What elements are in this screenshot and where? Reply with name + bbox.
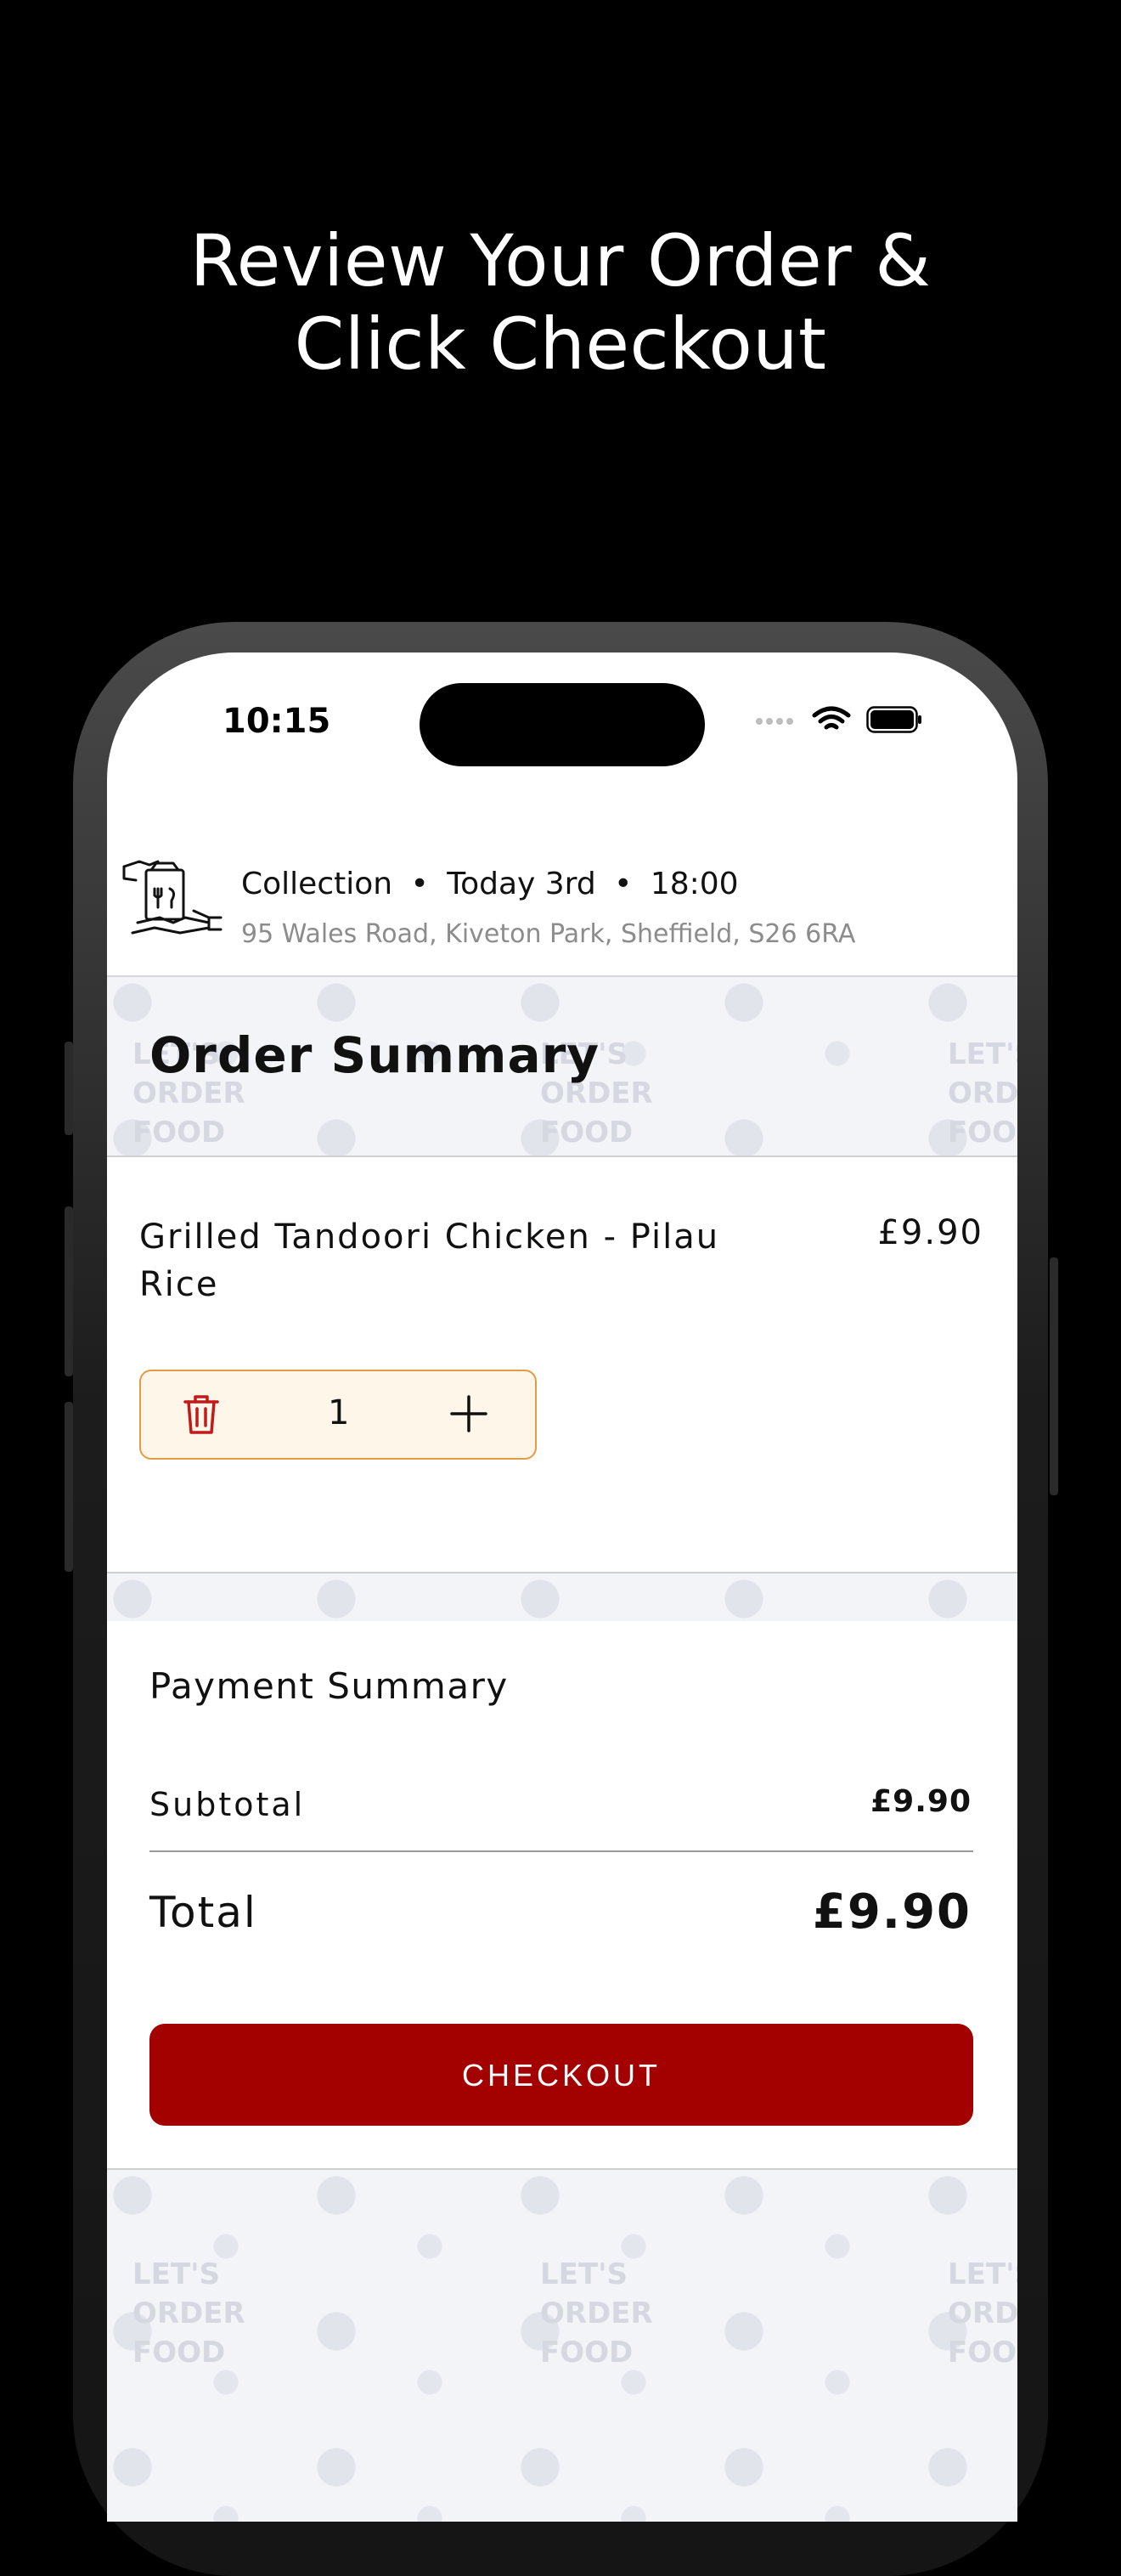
background-art: LET'S ORDER FOOD bbox=[948, 1035, 1017, 1152]
background-pattern: LET'S ORDER FOOD LET'S ORDER FOOD LET'S … bbox=[107, 2170, 1017, 2522]
headline-line-2: Click Checkout bbox=[294, 302, 827, 386]
background-art-text: LET'S ORDER FOOD bbox=[948, 2257, 1017, 2370]
checkout-button[interactable]: CHECKOUT bbox=[149, 2024, 973, 2126]
total-value: £9.90 bbox=[812, 1884, 972, 1940]
background-art: LET'S ORDER FOOD bbox=[948, 2255, 1017, 2372]
subtotal-value: £9.90 bbox=[870, 1784, 972, 1819]
separator: • bbox=[614, 867, 633, 901]
headline: Review Your Order & Click Checkout bbox=[0, 219, 1121, 386]
headline-line-1: Review Your Order & bbox=[189, 219, 932, 302]
phone-volume-down bbox=[65, 1402, 73, 1572]
status-icons bbox=[756, 705, 922, 734]
wifi-icon bbox=[812, 706, 851, 730]
background-art-text: LET'S ORDER FOOD bbox=[132, 2257, 245, 2370]
item-price: £9.90 bbox=[877, 1213, 983, 1252]
phone-volume-up bbox=[65, 1206, 73, 1376]
phone-side-button bbox=[65, 1042, 73, 1135]
status-time: 10:15 bbox=[223, 702, 331, 741]
signal-icon bbox=[756, 712, 797, 728]
payment-summary-title: Payment Summary bbox=[149, 1665, 509, 1707]
quantity-value: 1 bbox=[328, 1393, 350, 1432]
collection-address: 95 Wales Road, Kiveton Park, Sheffield, … bbox=[241, 919, 856, 949]
collection-bag-icon bbox=[122, 860, 223, 935]
subtotal-label: Subtotal bbox=[149, 1786, 306, 1823]
order-info-bar[interactable]: Collection • Today 3rd • 18:00 95 Wales … bbox=[107, 848, 1017, 977]
order-time: 18:00 bbox=[650, 867, 739, 901]
section-divider-band bbox=[107, 1572, 1017, 1623]
background-art-text: LET'S ORDER FOOD bbox=[948, 1037, 1017, 1150]
order-info-summary: Collection • Today 3rd • 18:00 bbox=[241, 867, 739, 901]
order-day: Today 3rd bbox=[447, 867, 596, 901]
quantity-stepper: 1 bbox=[139, 1370, 537, 1460]
payment-summary: Payment Summary Subtotal £9.90 Total £9.… bbox=[107, 1621, 1017, 2170]
dynamic-island bbox=[420, 683, 705, 766]
order-summary-title: Order Summary bbox=[149, 1026, 600, 1084]
battery-icon bbox=[866, 706, 921, 733]
background-art-text: LET'S ORDER FOOD bbox=[540, 2257, 653, 2370]
app-screen: Collection • Today 3rd • 18:00 95 Wales … bbox=[107, 652, 1017, 2522]
plus-icon[interactable] bbox=[443, 1388, 494, 1439]
background-art: LET'S ORDER FOOD bbox=[540, 2255, 659, 2372]
phone-power-button bbox=[1050, 1257, 1058, 1495]
background-art: LET'S ORDER FOOD bbox=[132, 2255, 251, 2372]
total-label: Total bbox=[149, 1888, 257, 1937]
item-name: Grilled Tandoori Chicken - Pilau Rice bbox=[139, 1217, 720, 1304]
order-item: Grilled Tandoori Chicken - Pilau Rice £9… bbox=[107, 1157, 1017, 1572]
order-summary-header: LET'S ORDER FOOD LET'S ORDER FOOD LET'S … bbox=[107, 977, 1017, 1157]
divider bbox=[149, 1850, 973, 1852]
order-mode: Collection bbox=[241, 867, 393, 901]
trash-icon[interactable] bbox=[178, 1392, 224, 1438]
separator: • bbox=[410, 867, 429, 901]
